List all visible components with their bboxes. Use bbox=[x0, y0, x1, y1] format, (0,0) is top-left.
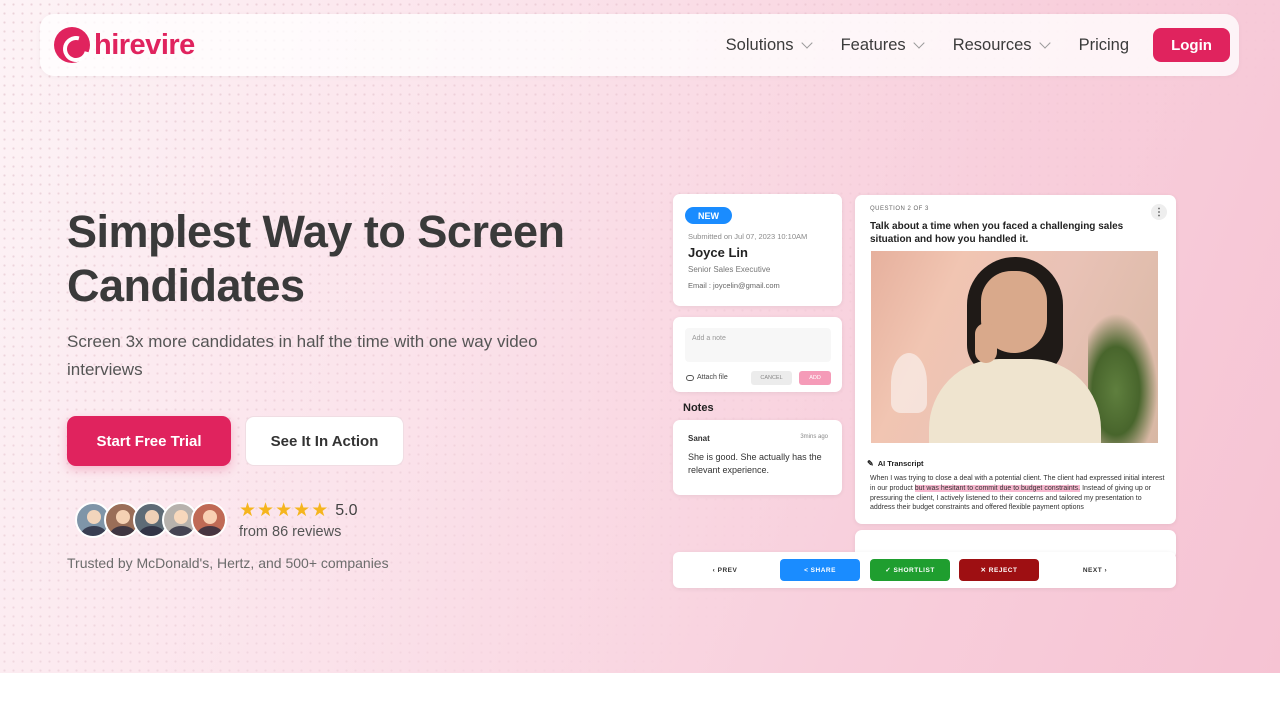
reviewer-avatars bbox=[75, 502, 227, 538]
candidate-email: Email : joycelin@gmail.com bbox=[688, 281, 780, 290]
star-icon: ★ bbox=[275, 500, 293, 521]
transcript-highlight: but was hesitant to commit due to budget… bbox=[914, 484, 1081, 492]
submitted-date: Submitted on Jul 07, 2023 10:10AM bbox=[688, 232, 808, 241]
logo-text: hirevire bbox=[94, 28, 195, 61]
hero-subtitle: Screen 3x more candidates in half the ti… bbox=[67, 332, 538, 379]
star-icon: ★ bbox=[293, 500, 311, 521]
paperclip-icon bbox=[686, 374, 694, 381]
cancel-note-button[interactable]: CANCEL bbox=[751, 371, 792, 385]
page-title: Simplest Way to Screen Candidates bbox=[67, 206, 565, 311]
star-icon: ★ bbox=[311, 500, 329, 521]
attach-file-label: Attach file bbox=[697, 374, 728, 381]
ai-transcript-text: When I was trying to close a deal with a… bbox=[870, 474, 1165, 513]
hero-section: hirevire Solutions Features Resources Pr… bbox=[0, 0, 1280, 673]
video-background-lamp bbox=[891, 353, 927, 413]
nav-item-label: Resources bbox=[952, 35, 1032, 54]
new-badge: NEW bbox=[685, 207, 732, 224]
add-note-button[interactable]: ADD bbox=[799, 371, 831, 385]
ai-transcript-label: ✎ AI Transcript bbox=[867, 459, 924, 468]
note-form-card: Add a note Attach file CANCEL ADD bbox=[673, 317, 842, 392]
avatar bbox=[191, 502, 227, 538]
review-action-bar: ‹ PREV < SHARE ✓ SHORTLIST ✕ REJECT NEXT… bbox=[673, 552, 1176, 588]
nav-item-label: Features bbox=[840, 35, 906, 54]
star-icon: ★ bbox=[239, 500, 257, 521]
see-it-in-action-button[interactable]: See It In Action bbox=[245, 416, 404, 466]
review-count: from 86 reviews bbox=[239, 524, 342, 540]
nav-menu: Solutions Features Resources Pricing bbox=[696, 14, 1129, 76]
start-free-trial-button[interactable]: Start Free Trial bbox=[67, 416, 231, 466]
nav-item-solutions[interactable]: Solutions bbox=[725, 35, 813, 55]
top-navbar: hirevire Solutions Features Resources Pr… bbox=[40, 14, 1239, 76]
note-text: She is good. She actually has the releva… bbox=[688, 452, 822, 475]
ai-transcript-title: AI Transcript bbox=[877, 459, 924, 468]
magic-wand-icon: ✎ bbox=[867, 459, 874, 468]
notes-heading: Notes bbox=[683, 402, 714, 414]
candidate-role: Senior Sales Executive bbox=[688, 265, 771, 274]
question-text: Talk about a time when you faced a chall… bbox=[870, 221, 1124, 245]
note-author: Sanat bbox=[688, 434, 710, 443]
candidate-card: NEW Submitted on Jul 07, 2023 10:10AM Jo… bbox=[673, 194, 842, 306]
note-card: Sanat 3mins ago She is good. She actuall… bbox=[673, 420, 842, 495]
rating-value: 5.0 bbox=[335, 501, 358, 519]
note-input[interactable]: Add a note bbox=[685, 328, 831, 362]
nav-item-pricing[interactable]: Pricing bbox=[1079, 36, 1129, 55]
video-person-body bbox=[929, 359, 1101, 443]
rating-stars: ★ ★ ★ ★ ★ 5.0 bbox=[239, 501, 357, 520]
next-button[interactable]: NEXT › bbox=[1065, 559, 1125, 581]
star-icon: ★ bbox=[257, 500, 275, 521]
nav-item-features[interactable]: Features bbox=[840, 35, 925, 55]
more-options-icon[interactable]: ⋮ bbox=[1151, 204, 1167, 220]
candidate-name: Joyce Lin bbox=[688, 245, 748, 260]
nav-item-resources[interactable]: Resources bbox=[952, 35, 1051, 55]
chevron-down-icon bbox=[913, 37, 925, 49]
logo-mark-icon bbox=[54, 27, 90, 63]
video-person-hand bbox=[975, 323, 997, 363]
brand-logo[interactable]: hirevire bbox=[54, 27, 195, 63]
attach-file-button[interactable]: Attach file bbox=[686, 374, 728, 381]
candidate-video[interactable] bbox=[871, 251, 1158, 443]
prev-button[interactable]: ‹ PREV bbox=[695, 559, 755, 581]
trusted-by-text: Trusted by McDonald's, Hertz, and 500+ c… bbox=[67, 555, 389, 571]
shortlist-button[interactable]: ✓ SHORTLIST bbox=[870, 559, 950, 581]
chevron-down-icon bbox=[800, 37, 813, 49]
share-button[interactable]: < SHARE bbox=[780, 559, 860, 581]
chevron-down-icon bbox=[1038, 37, 1051, 49]
note-time: 3mins ago bbox=[800, 434, 828, 440]
nav-item-label: Solutions bbox=[725, 35, 794, 54]
login-button[interactable]: Login bbox=[1153, 28, 1230, 62]
nav-item-label: Pricing bbox=[1078, 35, 1129, 54]
question-card: QUESTION 2 OF 3 ⋮ Talk about a time when… bbox=[855, 195, 1176, 524]
reject-button[interactable]: ✕ REJECT bbox=[959, 559, 1039, 581]
question-counter: QUESTION 2 OF 3 bbox=[870, 206, 929, 212]
